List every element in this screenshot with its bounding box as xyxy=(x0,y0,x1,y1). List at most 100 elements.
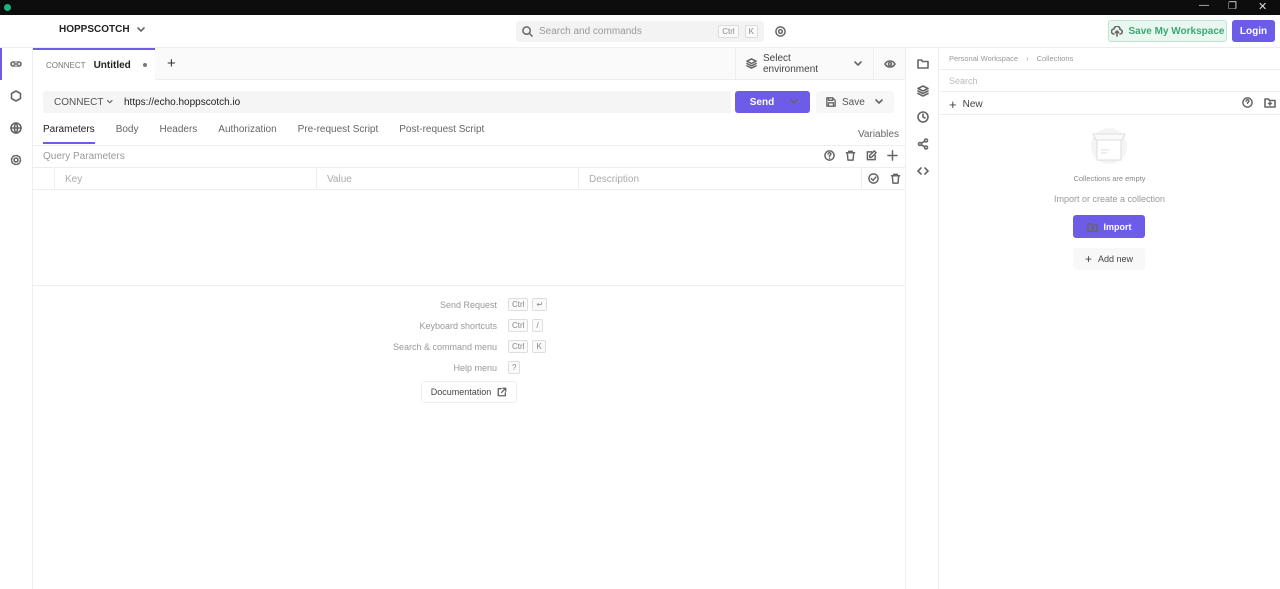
app-logo xyxy=(4,4,11,11)
tab-variables[interactable]: Variables xyxy=(858,129,899,140)
chevron-down-icon xyxy=(107,99,114,104)
kbd-key: / xyxy=(532,319,543,332)
save-workspace-button[interactable]: Save My Workspace xyxy=(1108,20,1227,42)
tab-pre-request-script[interactable]: Pre-request Script xyxy=(298,124,379,136)
tab-post-request-script[interactable]: Post-request Script xyxy=(399,124,484,136)
check-circle-icon[interactable] xyxy=(868,173,879,184)
delete-icon[interactable] xyxy=(890,173,901,184)
search-commands[interactable]: Search and commands Ctrl K xyxy=(516,21,764,42)
documentation-button[interactable]: Documentation xyxy=(421,381,517,403)
environment-selector[interactable]: Select environment xyxy=(735,48,873,79)
plus-icon: + xyxy=(1084,252,1092,266)
chevron-right-icon: › xyxy=(1026,54,1029,63)
kbd-key: Ctrl xyxy=(508,319,529,332)
unsaved-dot xyxy=(143,63,147,67)
kbd-key: ↵ xyxy=(532,298,548,311)
workspace-name: HOPPSCOTCH xyxy=(59,24,130,35)
empty-box-illustration xyxy=(1091,128,1127,164)
eye-icon xyxy=(883,59,896,68)
breadcrumb-workspace[interactable]: Personal Workspace xyxy=(949,54,1018,63)
kbd-key: Ctrl xyxy=(718,25,739,38)
folder-icon[interactable] xyxy=(917,58,929,69)
import-label: Import xyxy=(1103,221,1132,232)
login-button[interactable]: Login xyxy=(1232,20,1275,42)
kbd-key: K xyxy=(532,340,546,353)
collections-search-input[interactable]: Search xyxy=(949,76,978,86)
tab-method: CONNECT xyxy=(46,60,86,70)
empty-hint: Import or create a collection xyxy=(1053,194,1166,204)
help-icon[interactable] xyxy=(1242,97,1253,108)
new-collection-button[interactable]: + New xyxy=(949,97,983,112)
empty-title: Collections are empty xyxy=(1073,174,1146,183)
method-selector[interactable]: CONNECT xyxy=(43,91,114,113)
shortcut-help-menu: Help menu? xyxy=(300,357,560,378)
add-new-button[interactable]: + Add new xyxy=(1073,248,1145,270)
query-param-row: Key Value Description xyxy=(33,167,905,190)
shortcut-keyboard-shortcuts: Keyboard shortcuts Ctrl / xyxy=(300,315,560,336)
folder-import-icon xyxy=(1086,222,1098,232)
share-icon[interactable] xyxy=(917,138,929,150)
kbd-key: ? xyxy=(508,361,521,374)
save-icon xyxy=(826,97,836,107)
request-tab[interactable]: CONNECT Untitled xyxy=(33,48,155,80)
shortcut-label: Search & command menu xyxy=(392,341,497,352)
shortcut-search-command: Search & command menu Ctrl K xyxy=(300,336,560,357)
drag-handle[interactable] xyxy=(33,168,55,189)
link-icon[interactable] xyxy=(10,58,22,70)
add-new-label: Add new xyxy=(1097,254,1134,264)
minimize-button[interactable]: — xyxy=(1199,0,1209,11)
tab-title: Untitled xyxy=(93,59,131,71)
send-label: Send xyxy=(749,96,775,108)
history-icon[interactable] xyxy=(917,111,929,123)
close-button[interactable]: ✕ xyxy=(1258,0,1267,13)
workspace-selector[interactable]: HOPPSCOTCH xyxy=(59,24,146,35)
plus-icon[interactable] xyxy=(887,150,898,161)
tab-authorization[interactable]: Authorization xyxy=(218,124,276,136)
key-input[interactable]: Key xyxy=(55,168,317,189)
method-label: CONNECT xyxy=(54,96,104,108)
kbd-key: Ctrl xyxy=(508,340,529,353)
search-placeholder: Search and commands xyxy=(539,26,642,37)
globe-icon[interactable] xyxy=(10,122,22,134)
value-input[interactable]: Value xyxy=(317,168,579,189)
environment-preview-button[interactable] xyxy=(873,48,905,79)
graphql-icon[interactable] xyxy=(10,90,22,102)
shortcut-label: Send Request xyxy=(439,299,497,310)
shortcuts-panel: Send Request Ctrl ↵ Keyboard shortcuts Ctrl… xyxy=(300,294,560,378)
trash-icon[interactable] xyxy=(845,150,856,161)
restore-button[interactable]: ❐ xyxy=(1228,1,1237,12)
tab-body[interactable]: Body xyxy=(116,124,139,136)
shortcut-send-request: Send Request Ctrl ↵ xyxy=(300,294,560,315)
edit-icon[interactable] xyxy=(866,150,877,161)
new-tab-button[interactable]: + xyxy=(167,55,176,72)
folder-import-icon[interactable] xyxy=(1264,97,1276,108)
send-button[interactable]: Send xyxy=(735,91,810,113)
save-button[interactable]: Save xyxy=(816,91,894,113)
divider xyxy=(939,114,1280,115)
request-tabs-bar: CONNECT Untitled + Select environment xyxy=(33,48,905,80)
shortcut-label: Keyboard shortcuts xyxy=(419,320,497,331)
settings-icon[interactable] xyxy=(10,154,22,166)
help-icon[interactable] xyxy=(824,150,835,161)
import-button[interactable]: Import xyxy=(1073,215,1145,238)
query-toolbar xyxy=(824,150,898,161)
divider xyxy=(33,145,905,146)
breadcrumb: Personal Workspace › Collections xyxy=(949,54,1073,63)
divider xyxy=(939,69,1280,70)
documentation-label: Documentation xyxy=(430,387,492,397)
chevron-down-icon[interactable] xyxy=(789,97,799,107)
chevron-down-icon xyxy=(875,99,883,104)
environment-label: Select environment xyxy=(763,52,819,75)
active-indicator xyxy=(0,48,2,80)
kbd-key: Ctrl xyxy=(508,298,529,311)
tab-parameters[interactable]: Parameters xyxy=(43,124,95,144)
description-input[interactable]: Description xyxy=(579,168,862,189)
tab-headers[interactable]: Headers xyxy=(159,124,197,136)
support-icon[interactable] xyxy=(775,26,786,37)
breadcrumb-collections[interactable]: Collections xyxy=(1037,54,1074,63)
layers-icon[interactable] xyxy=(917,85,929,97)
save-workspace-label: Save My Workspace xyxy=(1128,25,1225,37)
code-icon[interactable] xyxy=(917,165,929,177)
url-input[interactable]: https://echo.hoppscotch.io xyxy=(114,91,731,113)
plus-icon: + xyxy=(949,97,957,112)
